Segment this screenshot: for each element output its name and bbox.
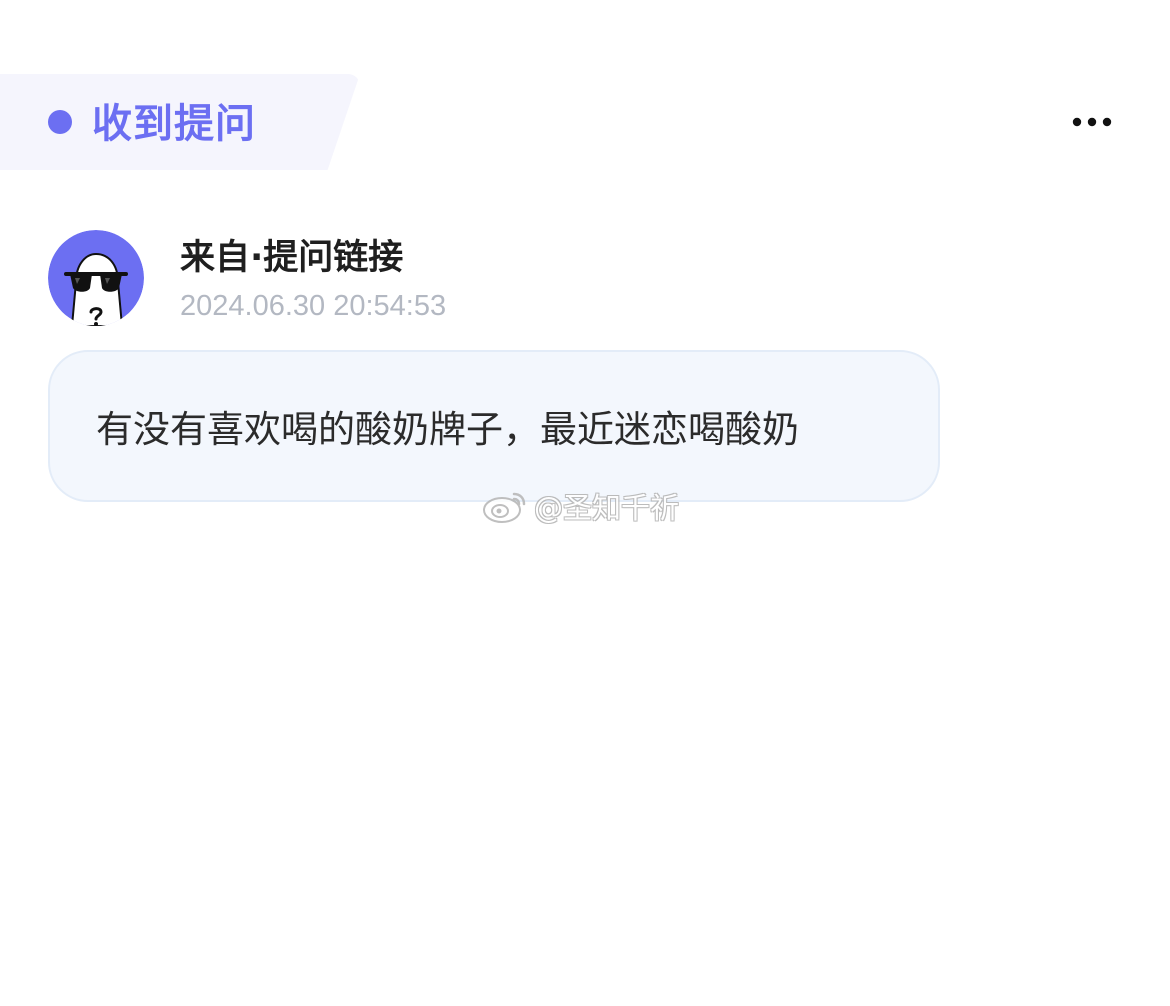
watermark-text: @圣知千祈 [534,491,680,525]
anonymous-sunglasses-avatar-icon [48,230,144,326]
more-horizontal-icon [1072,117,1112,127]
header-dot-icon [48,110,72,134]
question-text: 有没有喜欢喝的酸奶牌子，最近迷恋喝酸奶 [96,408,799,451]
sender-source-label: 来自·提问链接 [180,238,404,278]
avatar[interactable] [48,230,144,326]
more-options-button[interactable] [1066,104,1118,140]
watermark: @圣知千祈 [482,484,679,528]
weibo-logo-icon [483,492,526,523]
message-timestamp: 2024.06.30 20:54:53 [180,290,447,322]
page-title: 收到提问 [92,101,256,147]
